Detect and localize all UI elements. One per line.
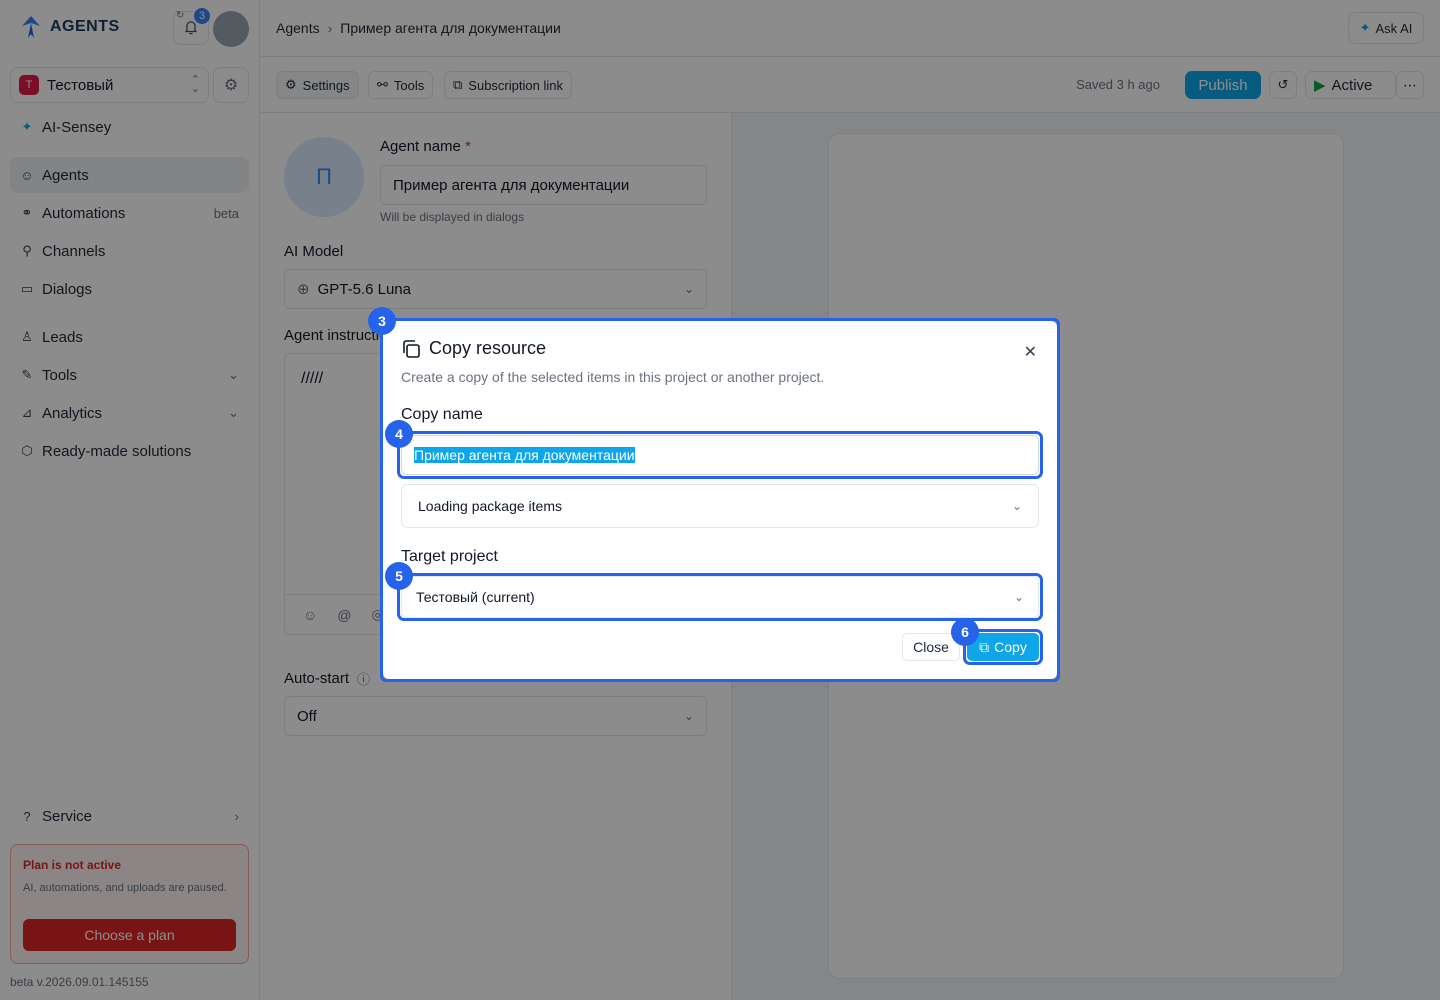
target-project-select[interactable]: Тестовый (current) ⌄ bbox=[401, 576, 1039, 618]
dialog-title-text: Copy resource bbox=[429, 338, 547, 358]
annotation-badge-6: 6 bbox=[951, 618, 979, 646]
target-project-value: Тестовый (current) bbox=[416, 589, 535, 605]
package-items-label: Loading package items bbox=[418, 498, 562, 514]
copy-name-value: Пример агента для документации bbox=[414, 447, 635, 463]
copy-name-label: Copy name bbox=[401, 406, 483, 423]
chevron-down-icon: ⌄ bbox=[1013, 590, 1024, 604]
annotation-badge-5: 5 bbox=[385, 562, 413, 590]
copy-icon: ⧉ bbox=[979, 638, 990, 655]
dialog-description: Create a copy of the selected items in t… bbox=[401, 369, 825, 385]
annotation-badge-4: 4 bbox=[385, 420, 413, 448]
dialog-title: Copy resource bbox=[401, 338, 546, 359]
copy-icon bbox=[403, 339, 420, 358]
chevron-down-icon: ⌄ bbox=[1011, 499, 1022, 513]
annotation-badge-3: 3 bbox=[368, 307, 396, 335]
copy-button-label: Copy bbox=[994, 639, 1027, 655]
package-items-select[interactable]: Loading package items ⌄ bbox=[401, 484, 1039, 528]
copy-name-input[interactable]: Пример агента для документации bbox=[401, 435, 1039, 475]
close-icon[interactable]: ✕ bbox=[1024, 342, 1037, 362]
target-project-label: Target project bbox=[401, 548, 498, 565]
